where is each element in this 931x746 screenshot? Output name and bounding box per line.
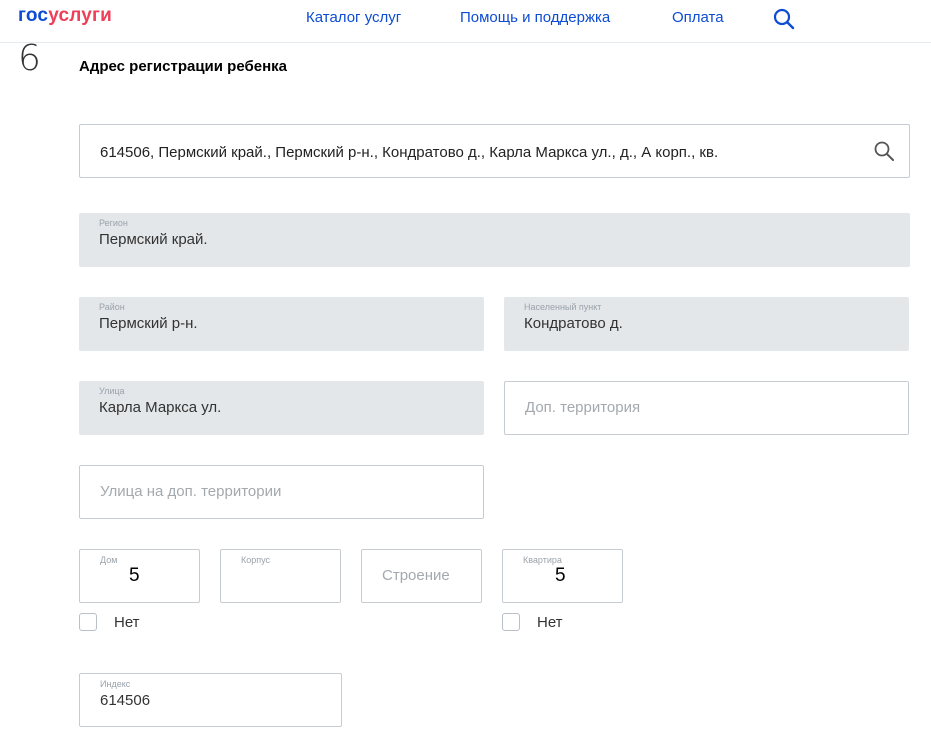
region-label: Регион <box>99 218 128 228</box>
step-number: 6 <box>18 38 41 79</box>
settlement-label: Населенный пункт <box>524 302 602 312</box>
street-field[interactable]: Улица Карла Маркса ул. <box>79 381 484 435</box>
district-value: Пермский р-н. <box>99 315 198 332</box>
postal-index-input[interactable]: Индекс 614506 <box>79 673 342 727</box>
settlement-field[interactable]: Населенный пункт Кондратово д. <box>504 297 909 351</box>
district-label: Район <box>99 302 125 312</box>
region-field[interactable]: Регион Пермский край. <box>79 213 910 267</box>
no-apartment-label: Нет <box>537 614 563 631</box>
building-input[interactable]: Строение <box>361 549 482 603</box>
apartment-input[interactable]: Квартира 5 <box>502 549 623 603</box>
house-value: 5 <box>129 565 140 586</box>
extra-territory-input[interactable]: Доп. территория <box>504 381 909 435</box>
corpus-input[interactable]: Корпус <box>220 549 341 603</box>
building-placeholder: Строение <box>382 567 450 584</box>
house-label: Дом <box>100 555 118 565</box>
nav-link-payment[interactable]: Оплата <box>672 9 724 26</box>
region-value: Пермский край. <box>99 231 208 248</box>
street-label: Улица <box>99 386 125 396</box>
extra-street-placeholder: Улица на доп. территории <box>100 483 282 500</box>
no-apartment-checkbox[interactable] <box>502 613 520 631</box>
search-icon[interactable] <box>873 140 895 162</box>
extra-territory-placeholder: Доп. территория <box>525 399 641 416</box>
no-apartment-option[interactable]: Нет <box>502 612 602 634</box>
extra-street-input[interactable]: Улица на доп. территории <box>79 465 484 519</box>
address-search-field[interactable]: 614506, Пермский край., Пермский р-н., К… <box>79 124 910 178</box>
corpus-label: Корпус <box>241 555 271 565</box>
logo-part-gos: гос <box>18 5 49 26</box>
apartment-value: 5 <box>555 565 566 586</box>
logo-part-uslugi: услуги <box>48 5 113 26</box>
no-house-label: Нет <box>114 614 140 631</box>
nav-link-help[interactable]: Помощь и поддержка <box>460 9 610 26</box>
house-input[interactable]: Дом 5 <box>79 549 200 603</box>
index-label: Индекс <box>100 679 131 689</box>
nav-link-catalog[interactable]: Каталог услуг <box>306 9 401 26</box>
address-search-value: 614506, Пермский край., Пермский р-н., К… <box>100 144 719 161</box>
street-value: Карла Маркса ул. <box>99 399 222 416</box>
no-house-checkbox[interactable] <box>79 613 97 631</box>
section-title: Адрес регистрации ребенка <box>79 58 287 75</box>
no-house-option[interactable]: Нет <box>79 612 179 634</box>
search-icon[interactable] <box>772 7 796 31</box>
index-value: 614506 <box>100 692 151 709</box>
apartment-label: Квартира <box>523 555 562 565</box>
top-navigation-bar: госуслуги Каталог услуг Помощь и поддерж… <box>0 0 931 43</box>
gosuslugi-logo[interactable]: госуслуги <box>18 5 112 27</box>
district-field[interactable]: Район Пермский р-н. <box>79 297 484 351</box>
settlement-value: Кондратово д. <box>524 315 623 332</box>
